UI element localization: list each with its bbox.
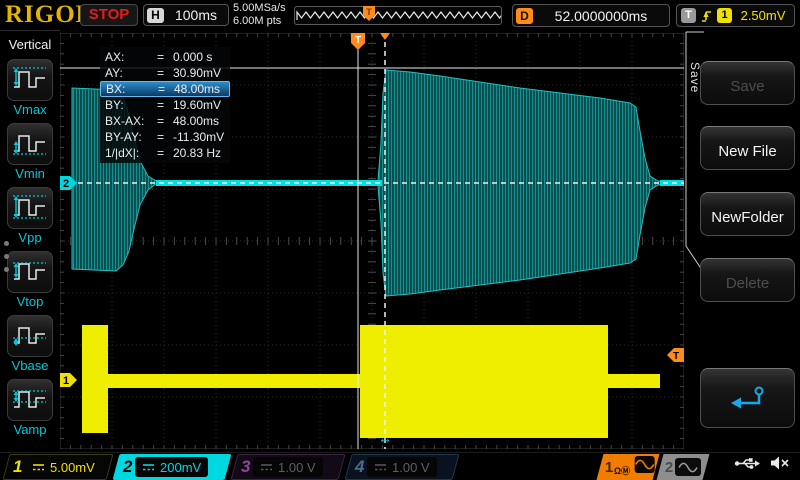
vtop-icon: [11, 257, 49, 287]
back-button[interactable]: [700, 368, 795, 428]
measure-item-vpp[interactable]: Vpp: [0, 187, 60, 245]
trigger-source-badge: 1: [717, 8, 732, 23]
channel1-number: 1: [13, 457, 22, 477]
svg-text:↔: ↔: [378, 430, 392, 446]
dc-coupling-icon: [374, 463, 387, 472]
new-file-button[interactable]: New File: [700, 126, 795, 170]
left-menu-vertical: Vertical Vmax Vmin Vpp Vtop Vbase Vamp: [0, 30, 60, 452]
cursor-row: BY-AY:=-11.30mV: [100, 129, 230, 145]
channel2-tile-selected[interactable]: 2 200mV: [113, 454, 232, 480]
trigger-badge: T: [681, 8, 696, 23]
menu-page-dots: [4, 241, 9, 272]
cursor-row: BX:=48.00ms: [100, 81, 230, 97]
horizontal-badge: H: [147, 8, 164, 23]
delete-button[interactable]: Delete: [700, 258, 795, 302]
memory-waveform-icon: [295, 7, 501, 24]
channel4-number: 4: [355, 457, 364, 477]
measure-item-vmax[interactable]: Vmax: [0, 59, 60, 117]
horizontal-timebase-box[interactable]: H 100ms: [143, 4, 229, 26]
trigger-status-box[interactable]: T 1 2.50mV: [676, 4, 795, 27]
sine-wave-icon: [634, 459, 654, 470]
run-state-indicator: STOP: [80, 4, 138, 26]
cursor-row: AX:=0.000 s: [100, 49, 230, 65]
channel1-scale: 5.00mV: [50, 460, 95, 475]
oscilloscope-screen: RIGOL STOP H 100ms 5.00MSa/s 6.00M pts T…: [0, 0, 800, 480]
source2-number: 2: [665, 459, 673, 476]
right-menu-save: Save Save New File NewFolder Delete: [684, 30, 800, 452]
channel4-scale: 1.00 V: [392, 460, 430, 475]
vamp-icon: [11, 385, 49, 415]
vmax-icon: [11, 65, 49, 95]
channel3-tile[interactable]: 3 1.00 V: [231, 454, 346, 480]
svg-text:1: 1: [63, 375, 69, 387]
cursor-row: AY:=30.90mV: [100, 65, 230, 81]
bottom-bar: 1 5.00mV 2 200mV 3 1.00 V 4 1.00 V: [0, 452, 800, 480]
channel1-tile[interactable]: 1 5.00mV: [3, 454, 114, 480]
sine-wave-icon: [678, 462, 698, 473]
cursor-readout-panel: AX:=0.000 sAY:=30.90mVBX:=48.00msBY:=19.…: [100, 47, 230, 163]
save-button[interactable]: Save: [700, 61, 795, 105]
delay-value: 52.0000000ms: [533, 8, 669, 24]
sample-rate: 5.00MSa/s: [233, 2, 286, 15]
waveform-display[interactable]: T21T↔ AX:=0.000 sAY:=30.90mVBX:=48.00msB…: [60, 33, 684, 449]
channel4-tile[interactable]: 4 1.00 V: [345, 454, 460, 480]
vbase-icon: [11, 321, 49, 351]
source1-number: 1: [605, 459, 613, 476]
svg-text:2: 2: [63, 178, 69, 190]
timebase-value: 100ms: [164, 7, 228, 23]
left-menu-title: Vertical: [0, 37, 60, 52]
measure-item-vbase[interactable]: Vbase: [0, 315, 60, 373]
cursor-row: BY:=19.60mV: [100, 97, 230, 113]
delay-box[interactable]: D 52.0000000ms: [512, 4, 670, 27]
new-folder-button[interactable]: NewFolder: [700, 192, 795, 236]
svg-text:T: T: [355, 35, 361, 46]
svg-text:T: T: [673, 351, 679, 362]
memory-position-bar[interactable]: T: [294, 6, 502, 25]
channel3-scale: 1.00 V: [278, 460, 316, 475]
trigger-level-value: 2.50mV: [736, 8, 790, 23]
cursor-row: 1/|dX|:=20.83 Hz: [100, 145, 230, 161]
measure-item-vamp[interactable]: Vamp: [0, 379, 60, 437]
acquisition-info: 5.00MSa/s 6.00M pts: [233, 2, 286, 28]
top-bar: RIGOL STOP H 100ms 5.00MSa/s 6.00M pts T…: [0, 0, 800, 30]
channel3-number: 3: [241, 457, 250, 477]
measure-item-vtop[interactable]: Vtop: [0, 251, 60, 309]
speaker-muted-icon: [770, 456, 790, 470]
dc-coupling-icon: [260, 463, 273, 472]
delay-badge: D: [516, 8, 533, 24]
channel2-number: 2: [123, 457, 132, 477]
usb-icon: [734, 457, 760, 470]
rising-edge-icon: [700, 8, 713, 24]
source1-mod-icon: Ⓜ: [621, 466, 630, 476]
vpp-icon: [11, 193, 49, 223]
source2-indicator[interactable]: 2: [657, 454, 710, 480]
memory-depth: 6.00M pts: [233, 15, 286, 28]
channel2-scale: 200mV: [160, 460, 201, 475]
source1-indicator[interactable]: 1 ΩⓂ: [597, 454, 660, 480]
dc-coupling-icon: [142, 463, 155, 472]
vmin-icon: [11, 129, 49, 159]
return-arrow-icon: [726, 384, 770, 412]
dc-coupling-icon: [32, 463, 45, 472]
measure-item-vmin[interactable]: Vmin: [0, 123, 60, 181]
cursor-row: BX-AX:=48.00ms: [100, 113, 230, 129]
